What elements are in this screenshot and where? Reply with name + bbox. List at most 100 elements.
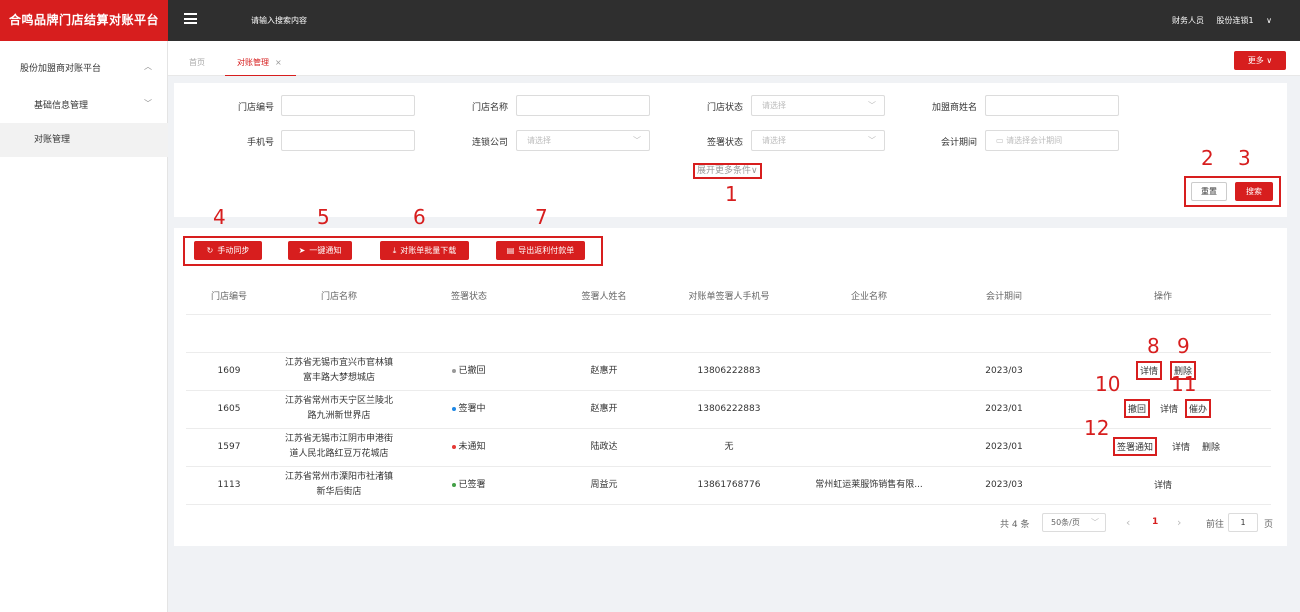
delete-link[interactable]: 删除 bbox=[1202, 440, 1220, 453]
global-search-input[interactable]: 请输入搜索内容 bbox=[251, 15, 307, 26]
cell-status: 未通知 bbox=[434, 440, 504, 454]
button-label: 手动同步 bbox=[217, 246, 250, 255]
chain-company-select[interactable]: 请选择 ﹀ bbox=[516, 130, 650, 151]
next-page-button[interactable]: › bbox=[1177, 516, 1181, 529]
cell-phone: 13806222883 bbox=[697, 404, 761, 414]
annotation-7: 7 bbox=[535, 205, 548, 229]
column-header: 门店编号 bbox=[210, 292, 247, 302]
expand-more-link[interactable]: 展开更多条件∨ bbox=[693, 163, 762, 179]
total-count: 共 4 条 bbox=[1000, 520, 1030, 530]
manual-sync-button[interactable]: ↻ 手动同步 bbox=[194, 241, 262, 260]
cell-signer: 赵惠开 bbox=[590, 404, 618, 414]
sign-status-select[interactable]: 请选择 ﹀ bbox=[751, 130, 885, 151]
store-code-input[interactable] bbox=[281, 95, 415, 116]
divider bbox=[186, 314, 1271, 315]
detail-link[interactable]: 详情 bbox=[1160, 402, 1178, 415]
phone-input[interactable] bbox=[281, 130, 415, 151]
period-placeholder: 请选择会计期间 bbox=[1006, 136, 1063, 145]
sidebar-item-label: 股份加盟商对账平台 bbox=[20, 64, 102, 74]
store-status-label: 门店状态 bbox=[706, 103, 743, 113]
user-name[interactable]: 股份连锁1 bbox=[1217, 16, 1254, 25]
status-dot bbox=[452, 482, 457, 487]
store-name-input[interactable] bbox=[516, 95, 650, 116]
store-name-line: 江苏省无锡市江阴市申港街 bbox=[284, 434, 393, 444]
cell-store-name: 江苏省常州市天宁区兰陵北 路九洲新世界店 bbox=[274, 394, 404, 424]
prev-page-button[interactable]: ‹ bbox=[1126, 516, 1130, 529]
button-label: 导出返利付款单 bbox=[518, 246, 575, 255]
calendar-icon: ▭ bbox=[996, 136, 1007, 145]
store-name-line: 江苏省常州市溧阳市社渚镇 bbox=[284, 472, 393, 482]
detail-link[interactable]: 详情 bbox=[1172, 440, 1190, 453]
cell-period: 2023/01 bbox=[985, 442, 1023, 452]
cell-code: 1597 bbox=[217, 442, 241, 452]
annotation-5: 5 bbox=[317, 205, 330, 229]
cell-phone: 13806222883 bbox=[697, 366, 761, 376]
cell-period: 2023/01 bbox=[985, 404, 1023, 414]
notify-all-button[interactable]: ➤ 一键通知 bbox=[288, 241, 352, 260]
store-name-label: 门店名称 bbox=[471, 103, 508, 113]
sign-notify-link[interactable]: 签署通知 bbox=[1113, 437, 1158, 456]
chevron-down-icon[interactable]: ∨ bbox=[1266, 16, 1272, 25]
cell-store-name: 江苏省常州市溧阳市社渚镇 新华后街店 bbox=[274, 470, 404, 500]
column-header: 操作 bbox=[1153, 292, 1172, 302]
chevron-up-icon: ︿ bbox=[144, 62, 152, 71]
cell-signer: 周益元 bbox=[590, 480, 618, 490]
status-dot bbox=[452, 368, 457, 373]
tab-reconciliation[interactable]: 对账管理 × bbox=[225, 57, 296, 76]
detail-link[interactable]: 详情 bbox=[1136, 361, 1163, 380]
urge-link[interactable]: 催办 bbox=[1185, 399, 1212, 418]
annotation-4: 4 bbox=[213, 205, 226, 229]
search-button[interactable]: 搜索 bbox=[1235, 182, 1273, 201]
download-icon: ⤓ bbox=[392, 246, 397, 255]
user-menu[interactable]: 财务人员 股份连锁1 ∨ bbox=[1162, 15, 1272, 26]
table-panel: ↻ 手动同步 ➤ 一键通知 ⤓ 对账单批量下载 ▤ 导出返利付款单 门店编号 门店名称 … bbox=[174, 228, 1287, 546]
button-label: 对账单批量下载 bbox=[400, 246, 457, 255]
divider bbox=[186, 352, 1271, 353]
top-bar: 合鸣品牌门店结算对账平台 请输入搜索内容 财务人员 股份连锁1 ∨ bbox=[0, 0, 1300, 41]
page-size-select[interactable]: 50条/页 ﹀ bbox=[1042, 513, 1106, 532]
phone-label: 手机号 bbox=[246, 138, 274, 148]
close-icon[interactable]: × bbox=[275, 58, 282, 67]
tab-home[interactable]: 首页 bbox=[189, 57, 205, 68]
batch-download-button[interactable]: ⤓ 对账单批量下载 bbox=[380, 241, 469, 260]
reset-button[interactable]: 重置 bbox=[1191, 182, 1227, 201]
annotation-6: 6 bbox=[413, 205, 426, 229]
column-header: 对账单签署人手机号 bbox=[688, 292, 770, 302]
sign-status-label: 签署状态 bbox=[706, 138, 743, 148]
goto-page-input[interactable]: 1 bbox=[1228, 513, 1258, 532]
store-name-line: 路九洲新世界店 bbox=[307, 411, 371, 421]
sidebar-item-reconciliation[interactable]: 对账管理 bbox=[0, 123, 168, 157]
cell-status: 已撤回 bbox=[434, 364, 504, 378]
export-rebate-button[interactable]: ▤ 导出返利付款单 bbox=[496, 241, 585, 260]
period-label: 会计期间 bbox=[940, 138, 977, 148]
cell-code: 1605 bbox=[217, 404, 241, 414]
button-label: 一键通知 bbox=[309, 246, 342, 255]
status-text: 已签署 bbox=[458, 480, 486, 490]
send-icon: ➤ bbox=[298, 246, 306, 255]
cell-store-name: 江苏省无锡市江阴市申港街 道人民北路红豆万花城店 bbox=[274, 432, 404, 462]
store-status-select[interactable]: 请选择 ﹀ bbox=[751, 95, 885, 116]
select-placeholder: 请选择 bbox=[762, 101, 786, 110]
sidebar-item-label: 对账管理 bbox=[34, 135, 71, 145]
period-picker[interactable]: ▭ 请选择会计期间 bbox=[985, 130, 1119, 151]
store-name-line: 道人民北路红豆万花城店 bbox=[289, 449, 389, 459]
menu-toggle-icon[interactable] bbox=[184, 13, 197, 24]
detail-link[interactable]: 详情 bbox=[1154, 478, 1172, 491]
revoke-link[interactable]: 撤回 bbox=[1124, 399, 1151, 418]
sidebar-item-basic-info[interactable]: 基础信息管理 ﹀ bbox=[0, 98, 168, 111]
page-number[interactable]: 1 bbox=[1152, 517, 1158, 527]
annotation-1: 1 bbox=[725, 182, 738, 206]
more-button[interactable]: 更多 ∨ bbox=[1234, 51, 1286, 70]
cell-company: 常州虹运莱服饰销售有限... bbox=[815, 480, 923, 490]
store-code-label: 门店编号 bbox=[237, 103, 274, 113]
franchisee-input[interactable] bbox=[985, 95, 1119, 116]
filter-panel: 门店编号 门店名称 门店状态 请选择 ﹀ 加盟商姓名 手机号 连锁公司 请选择 ﹀ … bbox=[174, 83, 1287, 217]
annotation-2: 2 bbox=[1201, 146, 1214, 170]
column-header: 签署状态 bbox=[450, 292, 487, 302]
sidebar-item-platform[interactable]: 股份加盟商对账平台 ︿ bbox=[0, 61, 168, 74]
chevron-down-icon: ﹀ bbox=[633, 136, 641, 145]
divider bbox=[186, 466, 1271, 467]
divider bbox=[186, 504, 1271, 505]
role-label: 财务人员 bbox=[1171, 16, 1204, 25]
store-name-line: 富丰路大梦想城店 bbox=[302, 373, 375, 383]
